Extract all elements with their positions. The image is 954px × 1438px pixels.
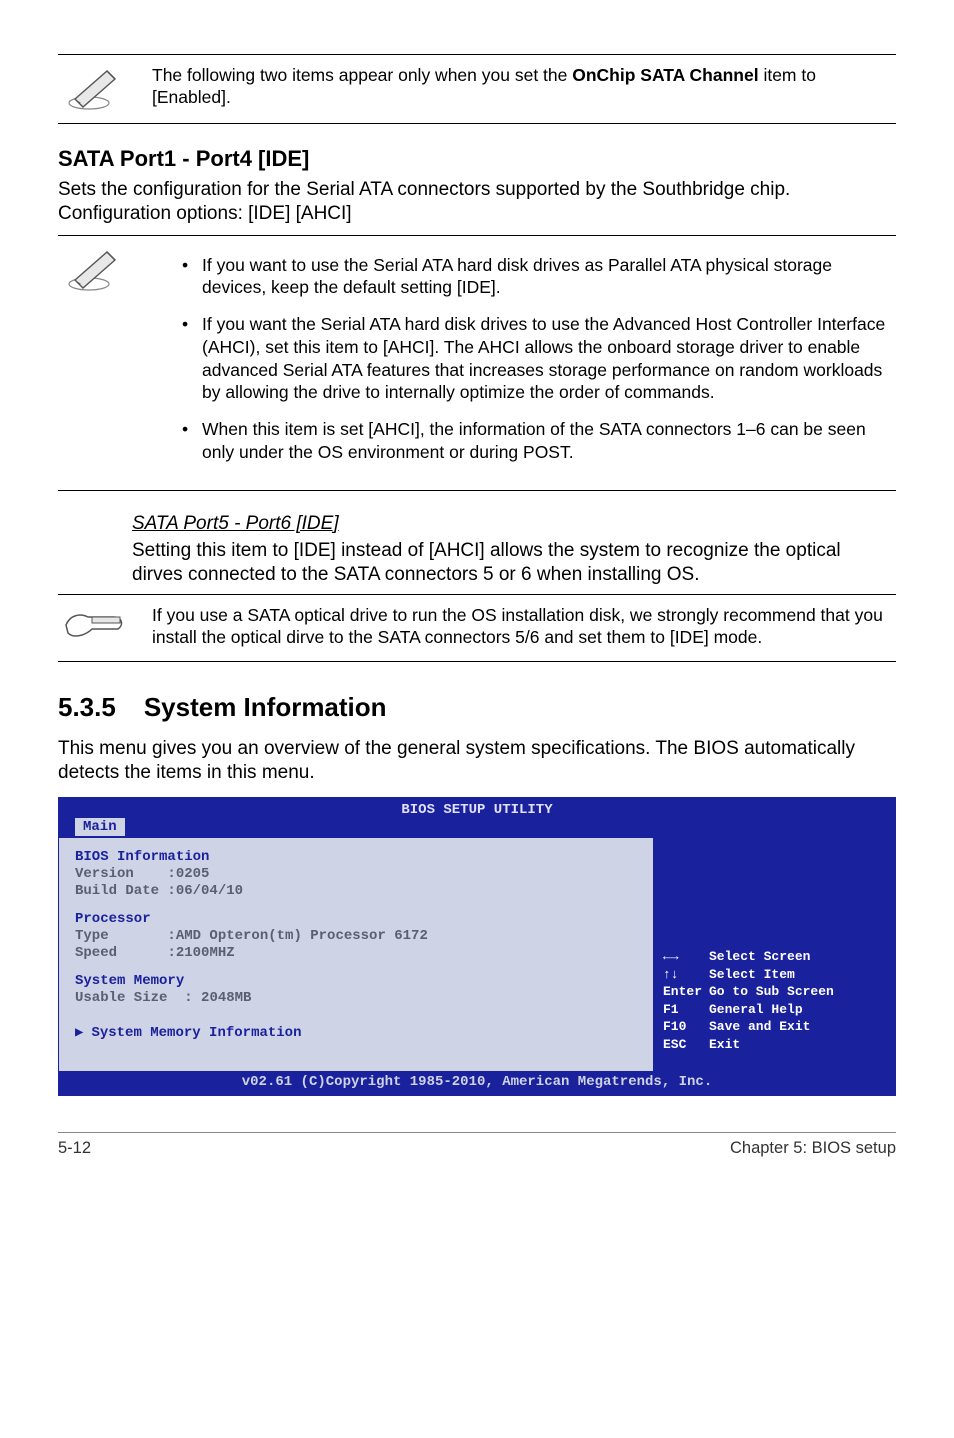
bullet-ide: If you want to use the Serial ATA hard d… [186,254,896,300]
note-onchip-sata: The following two items appear only when… [58,54,896,124]
page-footer: 5-12 Chapter 5: BIOS setup [58,1132,896,1158]
row-usable-size: Usable Size : 2048MB [75,990,637,1006]
para-sata-port1-4: Sets the configuration for the Serial AT… [58,178,896,227]
note-text-bold: OnChip SATA Channel [572,65,758,85]
help-exit: ESCExit [663,1036,885,1054]
bios-title: BIOS SETUP UTILITY [59,798,895,818]
heading-title: System Information [144,692,387,722]
note-optical-drive: If you use a SATA optical drive to run t… [58,594,896,662]
label-bios-information: BIOS Information [75,849,637,865]
row-proc-type: Type :AMD Opteron(tm) Processor 6172 [75,928,637,944]
bios-setup-utility: BIOS SETUP UTILITY Main BIOS Information… [58,797,896,1096]
para-5-3-5: This menu gives you an overview of the g… [58,737,896,786]
heading-sata-port5-6: SATA Port5 - Port6 [IDE] [132,513,896,535]
row-version: Version :0205 [75,866,637,882]
note-text-before: The following two items appear only when… [152,65,572,85]
bios-tabbar: Main [59,818,895,838]
label-system-memory: System Memory [75,973,637,989]
submenu-system-memory-info[interactable]: ▶System Memory Information [75,1024,637,1041]
heading-sata-port1-4: SATA Port1 - Port4 [IDE] [58,146,896,172]
pen-icon [58,65,132,111]
triangle-right-icon: ▶ [75,1025,83,1041]
note-text: The following two items appear only when… [152,65,896,109]
bios-copyright: v02.61 (C)Copyright 1985-2010, American … [59,1071,895,1095]
label-processor: Processor [75,911,637,927]
page-number: 5-12 [58,1139,91,1158]
heading-number: 5.3.5 [58,692,116,723]
row-build-date: Build Date :06/04/10 [75,883,637,899]
bullet-ahci: If you want the Serial ATA hard disk dri… [186,313,896,404]
para-sata-port5-6: Setting this item to [IDE] instead of [A… [132,539,896,588]
row-proc-speed: Speed :2100MHZ [75,945,637,961]
bullet-ahci-info: When this item is set [AHCI], the inform… [186,418,896,464]
help-go-sub: EnterGo to Sub Screen [663,983,885,1001]
help-select-item: ↑↓Select Item [663,966,885,984]
heading-5-3-5: 5.3.5 System Information [58,692,896,723]
chapter-label: Chapter 5: BIOS setup [730,1139,896,1158]
help-select-screen: ←→Select Screen [663,948,885,966]
help-save-exit: F10Save and Exit [663,1018,885,1036]
sata-port5-6-block: SATA Port5 - Port6 [IDE] Setting this it… [58,513,896,588]
bios-help-panel: ←→Select Screen ↑↓Select Item EnterGo to… [653,838,895,1071]
note-text: If you use a SATA optical drive to run t… [152,605,896,649]
help-general: F1General Help [663,1001,885,1019]
note-sata-config: If you want to use the Serial ATA hard d… [58,235,896,491]
pointing-hand-icon [58,605,132,645]
bios-main-panel: BIOS Information Version :0205 Build Dat… [59,838,653,1071]
note-bullets: If you want to use the Serial ATA hard d… [152,246,896,478]
tab-main[interactable]: Main [75,818,125,836]
pen-icon [58,246,132,292]
